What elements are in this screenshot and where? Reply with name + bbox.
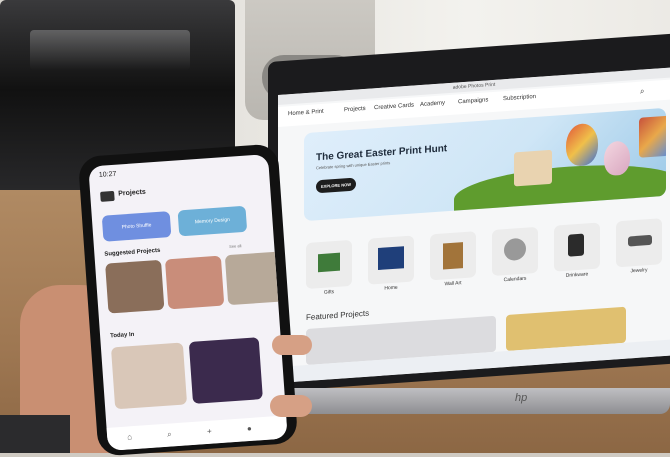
suggested-card[interactable]	[164, 255, 225, 310]
category-label: Wall Art	[444, 280, 462, 288]
search-icon[interactable]: ⌕	[167, 429, 172, 439]
featured-title: Featured Projects	[306, 308, 370, 323]
memory-card[interactable]	[188, 337, 263, 404]
memory-card[interactable]	[110, 342, 188, 410]
nav-item-academy[interactable]: Academy	[420, 100, 445, 108]
status-time: 10:27	[98, 170, 117, 179]
hp-logo: hp	[515, 392, 528, 404]
app-icon	[100, 190, 115, 202]
category-label: Drinkware	[565, 271, 589, 279]
memory-design-button[interactable]: Memory Design	[177, 205, 248, 237]
nav-item-campaigns[interactable]: Campaigns	[458, 97, 488, 105]
nav-item-projects[interactable]: Projects	[344, 106, 366, 114]
grass-hill	[454, 158, 666, 222]
printer-reflection	[30, 30, 190, 70]
nav-item-home[interactable]: Home & Print	[288, 109, 324, 117]
profile-icon[interactable]: ●	[247, 424, 252, 433]
photo-shuffle-button[interactable]: Photo Shuffle	[101, 211, 172, 242]
see-all-link[interactable]: See all	[229, 243, 242, 249]
jewelry-thumbnail	[628, 234, 652, 247]
hero-banner[interactable]: The Great Easter Print Hunt Celebrate sp…	[304, 107, 666, 222]
section-today: Today In	[109, 331, 135, 340]
easter-card-image	[639, 115, 666, 158]
gift-thumbnail	[318, 252, 340, 273]
suggested-card[interactable]	[224, 251, 285, 306]
laptop-screen: adobe Photos Print Home & Print Projects…	[278, 67, 670, 384]
easter-egg-image	[566, 122, 598, 167]
search-icon[interactable]: ⌕	[640, 86, 644, 96]
finger	[270, 395, 312, 417]
nav-item-subscription[interactable]: Subscription	[503, 94, 536, 102]
easter-book-image	[514, 149, 552, 187]
section-suggested: Suggested Projects	[104, 247, 161, 258]
nav-item-creative-cards[interactable]: Creative Cards	[374, 102, 414, 111]
mug-thumbnail	[568, 233, 584, 257]
category-label: Home	[384, 284, 398, 292]
category-label: Calendars	[503, 275, 527, 284]
home-icon[interactable]: ⌂	[127, 432, 132, 441]
category-label: Gifts	[323, 289, 335, 296]
suggested-card[interactable]	[105, 259, 165, 314]
home-thumbnail	[378, 246, 404, 271]
phone-screen: 10:27 Projects Photo Shuffle Memory Desi…	[88, 154, 288, 451]
explore-button[interactable]: EXPLORE NOW	[316, 177, 356, 194]
finger	[272, 335, 312, 355]
add-icon[interactable]: +	[207, 427, 212, 436]
category-label: Jewelry	[630, 267, 648, 275]
wall-art-thumbnail	[443, 242, 463, 270]
phone-header-title: Projects	[118, 188, 147, 198]
laptop-base	[290, 388, 670, 414]
sleeve	[0, 415, 70, 453]
